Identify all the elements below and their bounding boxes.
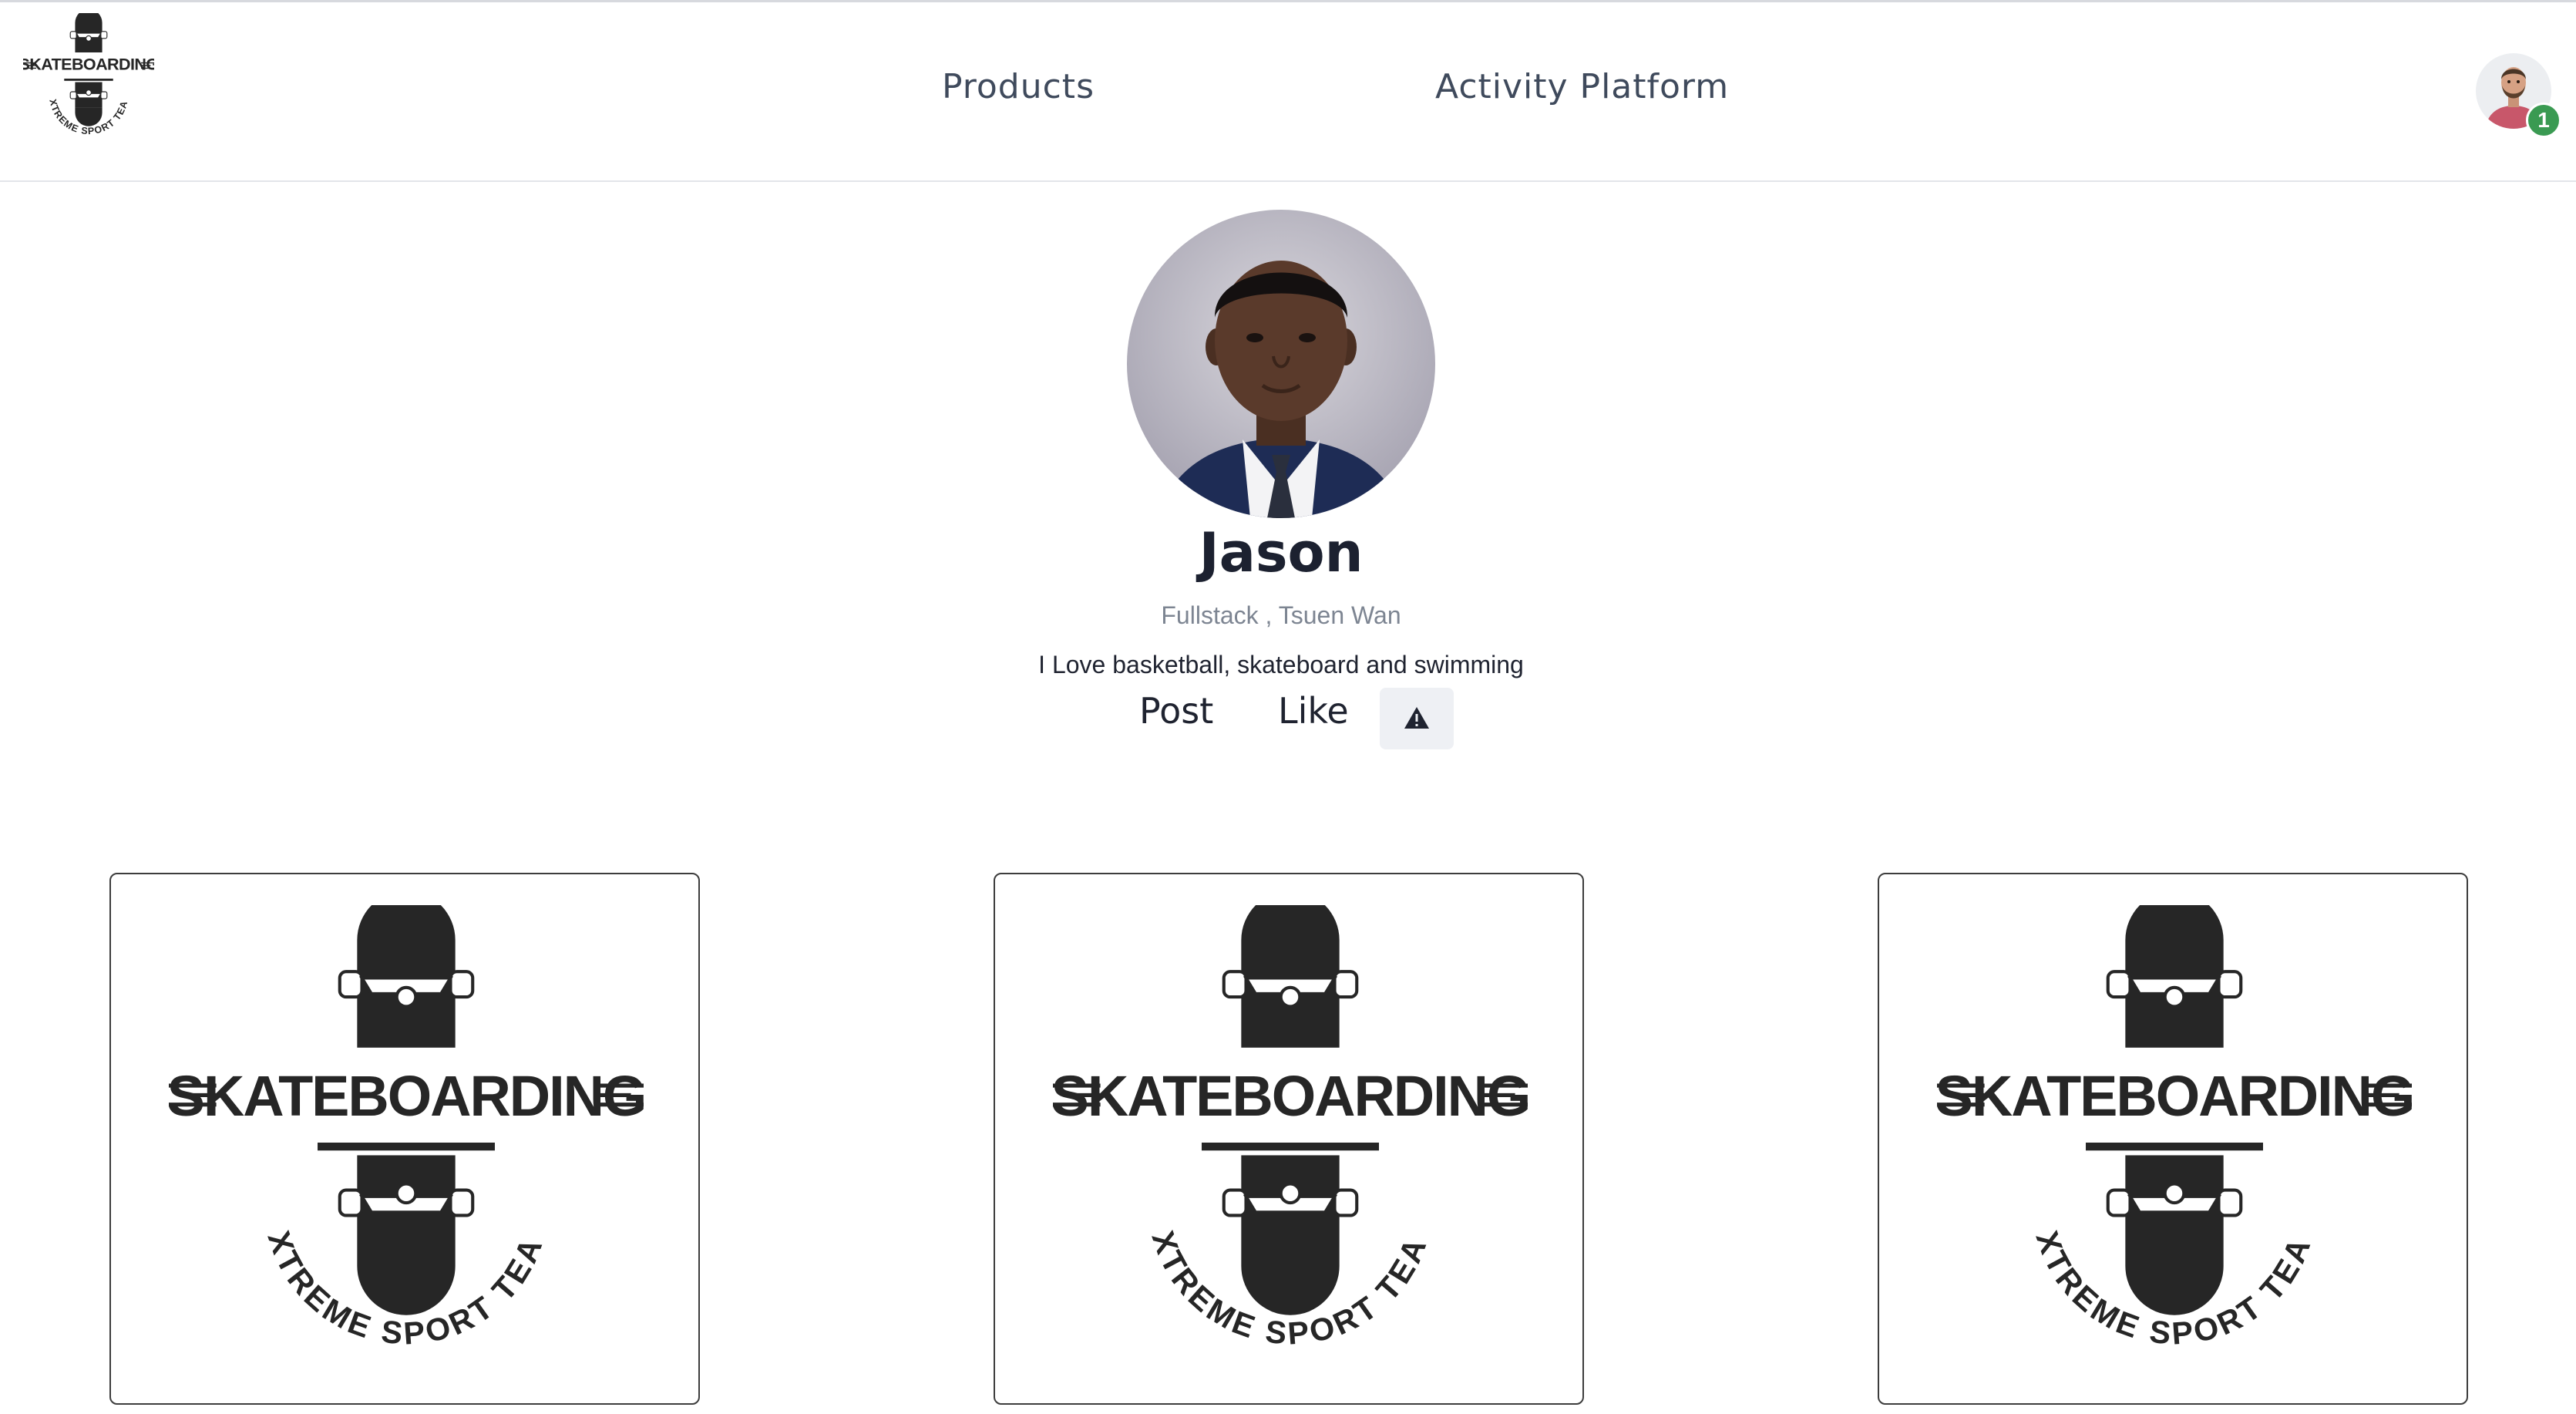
skateboarding-logo-icon: SKATEBOARDING EXTREME SPORT TEAM — [1053, 905, 1528, 1352]
profile-bio: I Love basketball, skateboard and swimmi… — [1038, 651, 1524, 678]
logo-title: SKATEBOARDING — [23, 56, 154, 74]
like-tab[interactable]: Like — [1278, 688, 1349, 734]
profile-photo-icon — [1127, 210, 1435, 518]
post-tab[interactable]: Post — [1139, 688, 1213, 734]
nav-activity-platform-link[interactable]: Activity Platform — [1435, 67, 1729, 106]
post-logo-title: SKATEBOARDING — [1937, 1064, 2412, 1128]
post-card[interactable]: SKATEBOARDING EXTREME SPORT TEAM — [994, 873, 1584, 1405]
skateboarding-logo-icon[interactable]: SKATEBOARDING EXTREME SPORT TEAM — [23, 13, 154, 144]
warning-triangle-icon — [1404, 707, 1429, 729]
skateboarding-logo-icon: SKATEBOARDING EXTREME SPORT TEAM — [169, 905, 644, 1352]
report-button[interactable] — [1380, 688, 1454, 749]
profile-name: Jason — [1199, 521, 1364, 584]
nav-products-link[interactable]: Products — [942, 67, 1095, 106]
post-card[interactable]: SKATEBOARDING EXTREME SPORT TEAM — [109, 873, 700, 1405]
notification-badge[interactable]: 1 — [2526, 103, 2561, 138]
post-card[interactable]: SKATEBOARDING EXTREME SPORT TEAM — [1878, 873, 2468, 1405]
profile-photo — [1127, 210, 1435, 518]
post-logo-title: SKATEBOARDING — [1053, 1064, 1528, 1128]
profile-meta: Fullstack , Tsuen Wan — [1161, 601, 1401, 629]
skateboarding-logo-icon: SKATEBOARDING EXTREME SPORT TEAM — [1937, 905, 2412, 1352]
top-navigation-bar: SKATEBOARDING EXTREME SPORT TEAM Product… — [0, 0, 2576, 182]
post-logo-title: SKATEBOARDING — [169, 1064, 644, 1128]
